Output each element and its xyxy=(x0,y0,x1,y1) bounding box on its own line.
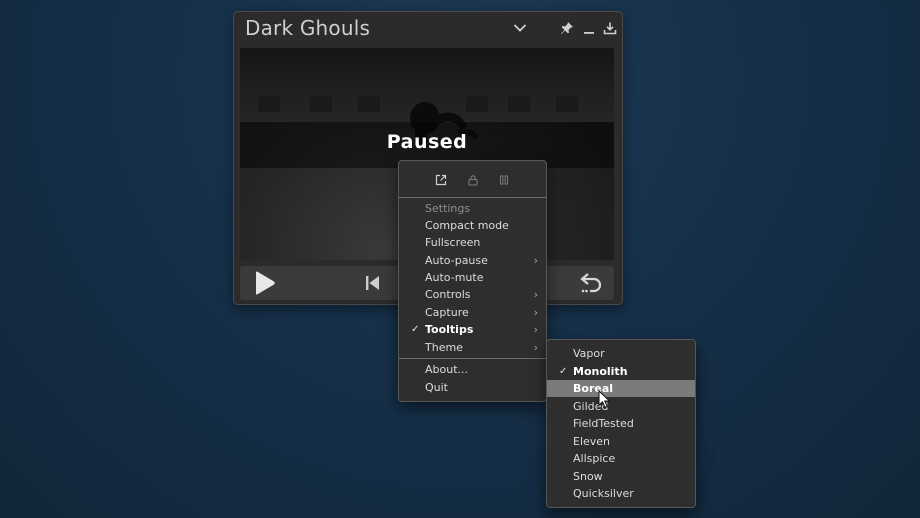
theme-option-label: Allspice xyxy=(573,452,616,465)
chevron-right-icon: › xyxy=(533,306,538,319)
chevron-right-icon: › xyxy=(533,288,538,301)
check-icon: ✓ xyxy=(411,324,420,335)
menu-separator xyxy=(399,197,546,198)
theme-option[interactable]: Boreal xyxy=(547,380,695,397)
menu-item-label: Tooltips xyxy=(425,323,474,336)
lock-icon[interactable] xyxy=(466,173,480,187)
menu-item[interactable]: Controls › xyxy=(399,286,546,303)
menu-item-label: Fullscreen xyxy=(425,236,481,249)
theme-option[interactable]: FieldTested xyxy=(547,415,695,432)
chevron-right-icon: › xyxy=(533,323,538,336)
play-icon[interactable] xyxy=(250,270,278,296)
menu-item[interactable]: Compact mode xyxy=(399,217,546,234)
theme-option[interactable]: Vapor xyxy=(547,345,695,362)
context-menu: Settings Compact mode Fullscreen Auto-pause… xyxy=(398,160,547,402)
menu-item-label: Theme xyxy=(425,341,463,354)
theme-option[interactable]: ✓ Monolith xyxy=(547,363,695,380)
minimize-icon[interactable] xyxy=(579,18,599,38)
menu-item-label: Controls xyxy=(425,288,471,301)
menu-item[interactable]: Fullscreen xyxy=(399,234,546,251)
menu-item-label: About... xyxy=(425,363,469,376)
theme-option[interactable]: Allspice xyxy=(547,450,695,467)
menu-item[interactable]: Capture › xyxy=(399,304,546,321)
menu-item-label: Quit xyxy=(425,381,448,394)
menu-item[interactable]: About... xyxy=(399,361,546,378)
replay-icon[interactable] xyxy=(578,270,606,296)
theme-option-label: Quicksilver xyxy=(573,487,634,500)
pin-icon[interactable] xyxy=(557,18,577,38)
menu-item[interactable]: Settings xyxy=(399,200,546,217)
theme-option[interactable]: Quicksilver xyxy=(547,485,695,502)
open-external-icon[interactable] xyxy=(434,173,448,187)
chevron-down-icon[interactable] xyxy=(510,18,530,38)
theme-option[interactable]: Eleven xyxy=(547,433,695,450)
theme-option-label: Eleven xyxy=(573,434,611,448)
theme-option[interactable]: Snow xyxy=(547,468,695,485)
theme-option-label: Snow xyxy=(573,469,603,483)
menu-item[interactable]: ✓ Tooltips › xyxy=(399,321,546,338)
window-title: Dark Ghouls xyxy=(245,16,371,40)
mouse-cursor-icon xyxy=(598,390,611,409)
menu-item[interactable]: Quit xyxy=(399,379,546,396)
menu-item-label: Compact mode xyxy=(425,219,509,232)
skip-back-icon[interactable] xyxy=(362,270,384,296)
theme-submenu: Vapor ✓ Monolith Boreal Gilded FieldTested Ele… xyxy=(546,339,696,508)
menu-item-label: Capture xyxy=(425,306,469,319)
pause-icon[interactable] xyxy=(497,173,511,187)
theme-option-label: FieldTested xyxy=(573,417,634,430)
theme-option-label: Vapor xyxy=(573,347,605,360)
menu-item[interactable]: Theme › xyxy=(399,339,546,356)
menu-separator xyxy=(399,358,546,359)
menu-item[interactable]: Auto-pause › xyxy=(399,252,546,269)
download-icon[interactable] xyxy=(600,18,620,38)
title-bar[interactable]: Dark Ghouls xyxy=(234,12,622,45)
theme-option[interactable]: Gilded xyxy=(547,398,695,415)
menu-toolbar xyxy=(399,161,546,197)
menu-item-label: Auto-pause xyxy=(425,254,488,267)
paused-label: Paused xyxy=(386,131,468,153)
menu-item[interactable]: Auto-mute xyxy=(399,269,546,286)
chevron-right-icon: › xyxy=(533,254,538,267)
menu-item-label: Auto-mute xyxy=(425,271,484,284)
chevron-right-icon: › xyxy=(533,341,538,354)
menu-item-label: Settings xyxy=(425,202,471,215)
theme-option-label: Monolith xyxy=(573,364,628,378)
check-icon: ✓ xyxy=(559,365,568,377)
